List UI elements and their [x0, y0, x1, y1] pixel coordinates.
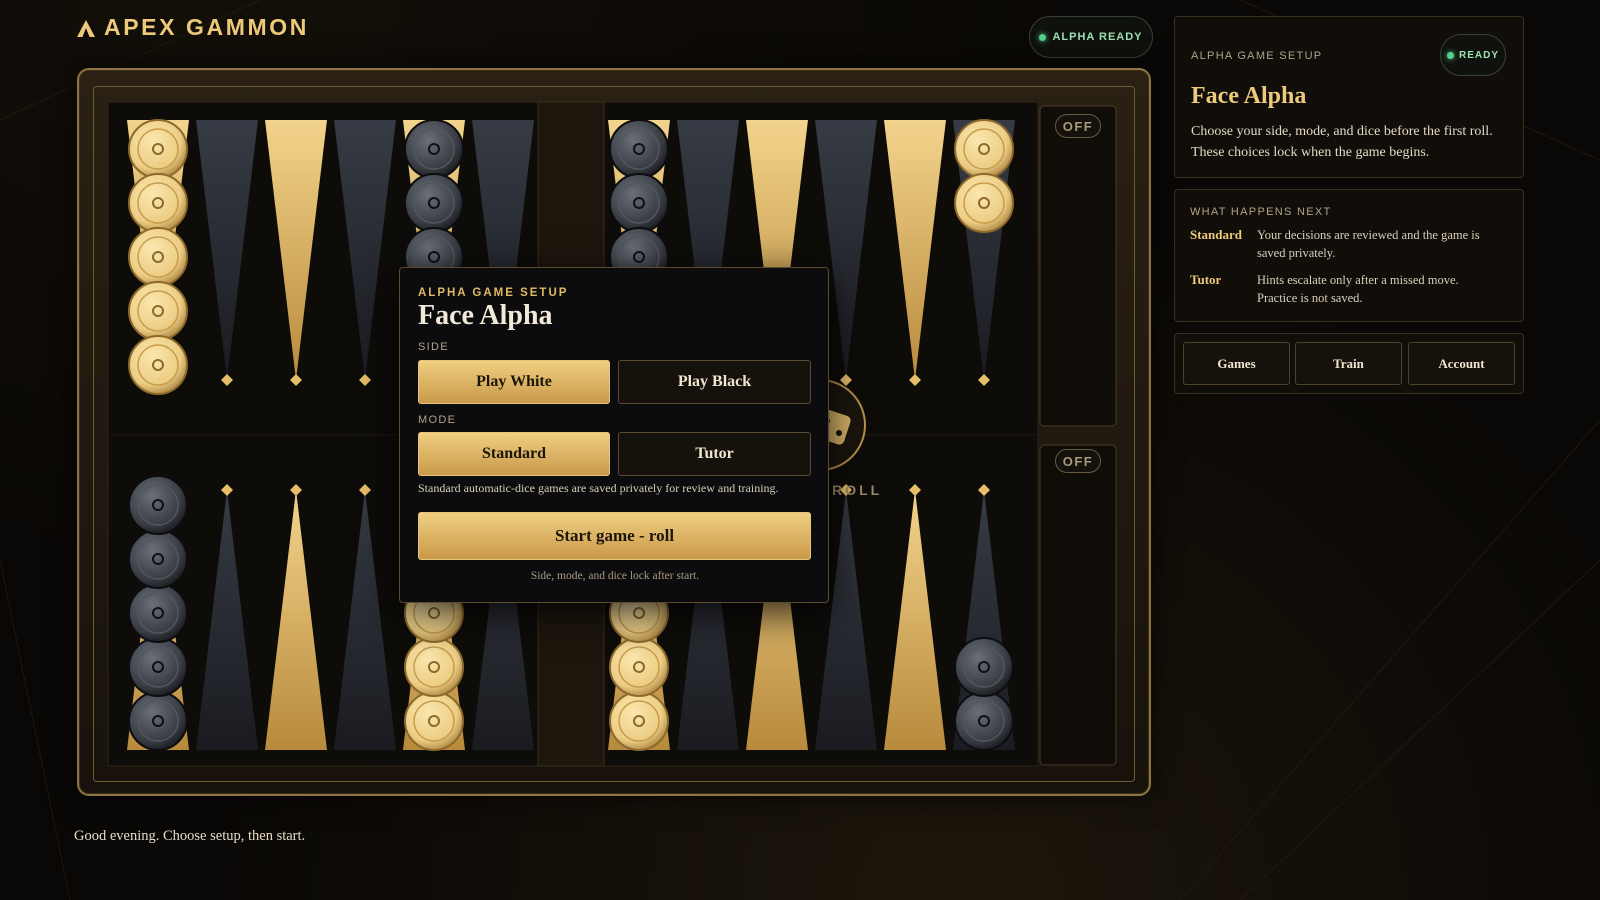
setup-summary-panel: ALPHA GAME SETUP READY Face Alpha Choose…: [1174, 16, 1524, 178]
what-happens-next-panel: WHAT HAPPENS NEXT Standard Your decision…: [1174, 189, 1524, 322]
bear-off-label-bottom: OFF: [1055, 449, 1101, 473]
play-white-button[interactable]: Play White: [418, 360, 610, 404]
checker-light[interactable]: [609, 637, 669, 697]
checker-dark[interactable]: [954, 691, 1014, 751]
nav-games-button[interactable]: Games: [1183, 342, 1290, 385]
checker-dark[interactable]: [128, 691, 188, 751]
checker-dark[interactable]: [128, 529, 188, 589]
mode-label: MODE: [418, 414, 457, 426]
greeting-message: Good evening. Choose setup, then start.: [74, 828, 306, 844]
checker-light[interactable]: [404, 691, 464, 751]
nav-account-button[interactable]: Account: [1408, 342, 1515, 385]
mode-description: Standard automatic-dice games are saved …: [418, 481, 779, 495]
checker-light[interactable]: [128, 335, 188, 395]
ready-label: READY: [1458, 49, 1499, 61]
checker-dark[interactable]: [404, 119, 464, 179]
checker-light[interactable]: [954, 173, 1014, 233]
mode-tutor-button[interactable]: Tutor: [618, 432, 811, 476]
checker-dark[interactable]: [128, 583, 188, 643]
modal-footnote: Side, mode, and dice lock after start.: [530, 570, 700, 582]
ready-dot-icon: [1446, 51, 1454, 59]
next-eyebrow: WHAT HAPPENS NEXT: [1190, 206, 1332, 218]
bear-off-label-top: OFF: [1055, 114, 1101, 138]
checker-dark[interactable]: [128, 475, 188, 535]
checker-dark[interactable]: [128, 637, 188, 697]
checker-light[interactable]: [609, 691, 669, 751]
next-term: Tutor: [1190, 272, 1222, 287]
checker-light[interactable]: [404, 637, 464, 697]
panel-eyebrow: ALPHA GAME SETUP: [1191, 50, 1323, 62]
modal-eyebrow: ALPHA GAME SETUP: [418, 287, 569, 299]
next-definition: Hints escalate only after a missed move.…: [1257, 273, 1459, 305]
next-item-tutor: Tutor Hints escalate only after a missed…: [1190, 272, 1497, 307]
play-black-button[interactable]: Play Black: [618, 360, 811, 404]
panel-title: Face Alpha: [1191, 83, 1307, 109]
next-item-standard: Standard Your decisions are reviewed and…: [1190, 227, 1497, 262]
nav-panel: Games Train Account: [1174, 333, 1524, 394]
checker-light[interactable]: [128, 281, 188, 341]
checker-light[interactable]: [128, 119, 188, 179]
checker-light[interactable]: [954, 119, 1014, 179]
next-definition: Your decisions are reviewed and the game…: [1257, 228, 1480, 260]
bear-off-tray-top[interactable]: [1039, 105, 1117, 427]
ready-badge: READY: [1440, 34, 1506, 76]
mode-standard-button[interactable]: Standard: [418, 432, 610, 476]
modal-title: Face Alpha: [418, 300, 553, 331]
checker-dark[interactable]: [609, 173, 669, 233]
bear-off-tray-bottom[interactable]: [1039, 444, 1117, 766]
start-game-button[interactable]: Start game - roll: [418, 512, 811, 560]
checker-dark[interactable]: [954, 637, 1014, 697]
checker-dark[interactable]: [404, 173, 464, 233]
checker-light[interactable]: [128, 173, 188, 233]
panel-description: Choose your side, mode, and dice before …: [1191, 124, 1493, 160]
game-setup-modal: ALPHA GAME SETUP Face Alpha SIDE Play Wh…: [399, 267, 829, 603]
checker-dark[interactable]: [609, 119, 669, 179]
checker-light[interactable]: [128, 227, 188, 287]
next-term: Standard: [1190, 227, 1243, 242]
side-label: SIDE: [418, 341, 449, 353]
nav-train-button[interactable]: Train: [1295, 342, 1402, 385]
